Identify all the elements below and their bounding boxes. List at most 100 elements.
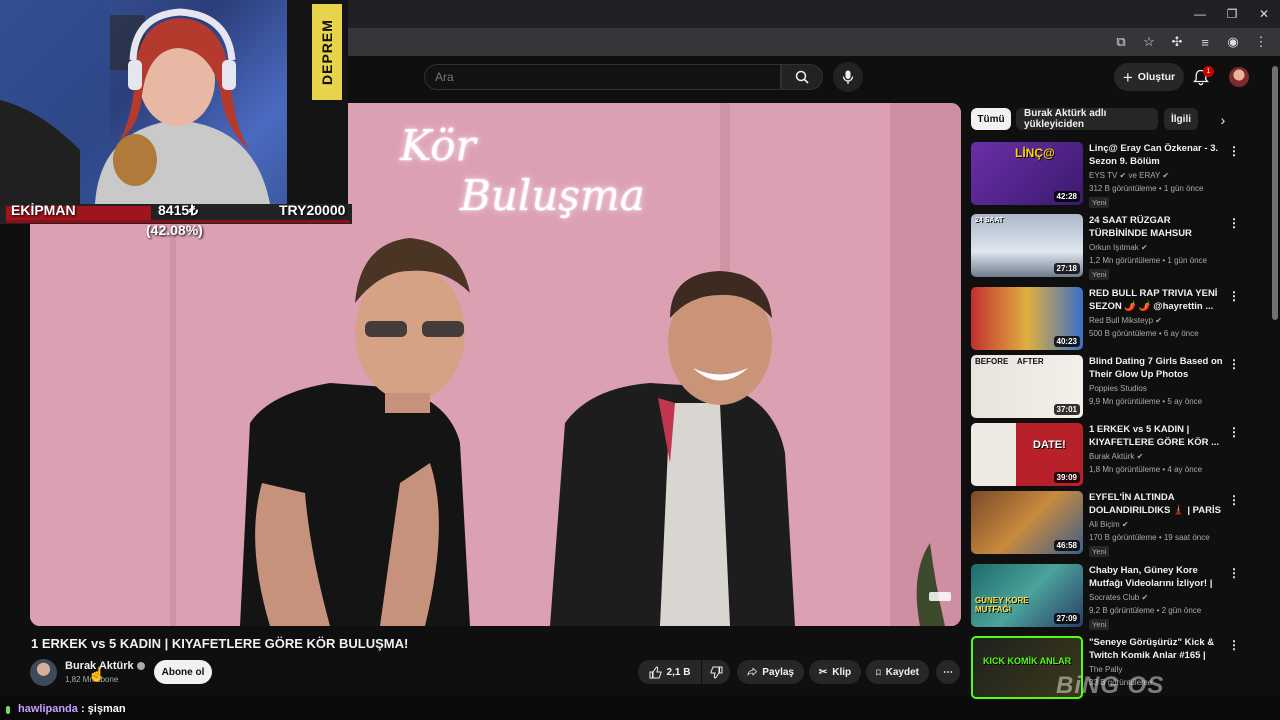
scissors-icon: ✂ — [818, 666, 828, 678]
bookmark-icon — [876, 669, 881, 676]
like-button[interactable]: 2,1 B — [638, 660, 701, 684]
window-controls: — ❐ ✕ — [1184, 0, 1280, 28]
thumbs-up-icon — [649, 665, 662, 678]
recommendation-channel: Red Bull Mikstеyp ✔ — [1089, 316, 1162, 325]
save-button[interactable]: Kaydet — [866, 660, 929, 684]
microphone-icon — [842, 70, 854, 84]
recommendation-channel: Burak Aktürk ✔ — [1089, 452, 1144, 461]
recommendation-item[interactable]: 24 SAAT 27:18 24 SAAT RÜZGAR TÜRBİNİNDE … — [971, 214, 1251, 280]
thumbnail-text: KICK KOMİK ANLAR — [983, 656, 1072, 666]
page-scrollbar[interactable] — [1272, 66, 1278, 320]
mouse-cursor-icon: ☝ — [88, 666, 106, 682]
media-control-icon[interactable]: ≡ — [1194, 32, 1216, 52]
recommendation-title[interactable]: RED BULL RAP TRIVIA YENİ SEZON 🌶️ 🌶️ @ha… — [1089, 287, 1229, 313]
video-duration: 27:18 — [1053, 263, 1080, 274]
share-button[interactable]: Paylaş — [737, 660, 804, 684]
recommendation-title[interactable]: EYFEL'İN ALTINDA DOLANDIRILDIKS 🗼 | PARİ… — [1089, 491, 1229, 517]
create-label: Oluştur — [1137, 71, 1176, 83]
recommendation-title[interactable]: Linç@ Eray Can Özkenar - 3. Sezon 9. Böl… — [1089, 142, 1229, 168]
video-title: 1 ERKEK vs 5 KADIN | KIYAFETLERE GÖRE KÖ… — [31, 636, 409, 651]
chip-all[interactable]: Tümü — [971, 108, 1011, 130]
browser-toolbar-icons: ⧉ ☆ ✣ ≡ ◉ ⋮ — [1110, 32, 1272, 52]
recommendation-meta: 9,2 B görüntüleme • 2 gün önce — [1089, 606, 1202, 615]
recommendation-meta: 9,9 Mn görüntüleme • 5 ay önce — [1089, 397, 1203, 406]
search-input[interactable] — [424, 64, 781, 90]
recommendation-channel: Poppies Studios — [1089, 384, 1147, 393]
stream-watermark-logo: BiNG OS — [1056, 672, 1165, 699]
subscribe-button[interactable]: Abone ol — [154, 660, 212, 684]
recommendation-thumbnail[interactable]: 40:23 — [971, 287, 1083, 350]
video-duration: 27:09 — [1053, 613, 1080, 624]
recommendation-title[interactable]: Chaby Han, Güney Kore Mutfağı Videoların… — [1089, 564, 1229, 590]
close-icon[interactable]: ✕ — [1248, 0, 1280, 28]
recommendation-item[interactable]: GÜNEY KORE MUTFAĞI 27:09 Chaby Han, Güne… — [971, 564, 1251, 630]
kebab-menu-icon[interactable]: ⋮ — [1228, 289, 1240, 303]
search-button[interactable] — [781, 64, 823, 90]
recommendation-meta: 312 B görüntüleme • 1 gün önce — [1089, 184, 1204, 193]
recommendation-item[interactable]: BEFORE AFTER 37:01 Blind Dating 7 Girls … — [971, 355, 1251, 419]
more-icon: ⋯ — [943, 666, 953, 678]
new-badge: Yeni — [1089, 546, 1110, 557]
voice-search-button[interactable] — [833, 62, 863, 92]
chip-from-uploader[interactable]: Burak Aktürk adlı yükleyiciden — [1016, 108, 1158, 130]
kebab-menu-icon[interactable]: ⋮ — [1228, 425, 1240, 439]
recommendation-channel: EYS TV ✔ ve ERAY ✔ — [1089, 171, 1170, 180]
recommendation-title[interactable]: 24 SAAT RÜZGAR TÜRBİNİNDE MAHSUR KALMAK! — [1089, 214, 1229, 240]
recommendation-thumbnail[interactable]: 46:58 — [971, 491, 1083, 554]
recommendation-item[interactable]: LİNÇ@ 42:28 Linç@ Eray Can Özkenar - 3. … — [971, 142, 1251, 208]
minimize-icon[interactable]: — — [1184, 0, 1216, 28]
recommendation-channel: Orkun Işıtmak ✔ — [1089, 243, 1148, 252]
recommendation-thumbnail[interactable]: GÜNEY KORE MUTFAĞI 27:09 — [971, 564, 1083, 627]
video-duration: 40:23 — [1053, 336, 1080, 347]
recommendation-item[interactable]: 40:23 RED BULL RAP TRIVIA YENİ SEZON 🌶️ … — [971, 287, 1251, 351]
dislike-button[interactable] — [702, 660, 730, 684]
new-badge: Yeni — [1089, 197, 1110, 208]
plus-icon: + — [1122, 67, 1133, 87]
video-duration: 46:58 — [1053, 540, 1080, 551]
thumbnail-text: DATE! — [1033, 439, 1066, 451]
video-duration: 37:01 — [1053, 404, 1080, 415]
search-icon — [795, 70, 809, 84]
share-label: Paylaş — [762, 666, 794, 678]
browser-menu-icon[interactable]: ⋮ — [1250, 32, 1272, 52]
kebab-menu-icon[interactable]: ⋮ — [1228, 144, 1240, 158]
kebab-menu-icon[interactable]: ⋮ — [1228, 493, 1240, 507]
recommendation-thumbnail[interactable]: LİNÇ@ 42:28 — [971, 142, 1083, 205]
neon-sign-line2: Buluşma — [460, 171, 645, 221]
kebab-menu-icon[interactable]: ⋮ — [1228, 216, 1240, 230]
donation-goal-value: 8415₺ — [158, 202, 199, 218]
thumbnail-text: LİNÇ@ — [1015, 146, 1055, 160]
profile-icon[interactable]: ◉ — [1222, 32, 1244, 52]
save-label: Kaydet — [885, 666, 919, 678]
kebab-menu-icon[interactable]: ⋮ — [1228, 566, 1240, 580]
video-watermark-icon — [929, 592, 951, 601]
extensions-icon[interactable]: ✣ — [1166, 32, 1188, 52]
recommendation-title[interactable]: "Seneye Görüşürüz" Kick & Twitch Komik A… — [1089, 636, 1229, 662]
chat-username: hawlipanda — [18, 703, 78, 715]
kebab-menu-icon[interactable]: ⋮ — [1228, 638, 1240, 652]
recommendation-title[interactable]: 1 ERKEK vs 5 KADIN | KIYAFETLERE GÖRE KÖ… — [1089, 423, 1229, 449]
account-avatar[interactable] — [1229, 67, 1249, 87]
new-badge: Yeni — [1089, 619, 1110, 630]
recommendation-thumbnail[interactable]: DATE! 39:09 — [971, 423, 1083, 486]
kebab-menu-icon[interactable]: ⋮ — [1228, 357, 1240, 371]
bookmark-star-icon[interactable]: ☆ — [1138, 32, 1160, 52]
chip-related[interactable]: İlgili — [1164, 108, 1198, 130]
more-actions-button[interactable]: ⋯ — [936, 660, 960, 684]
channel-avatar[interactable] — [30, 659, 57, 686]
recommendation-meta: 170 B görüntüleme • 19 saat önce — [1089, 533, 1210, 542]
recommendation-title[interactable]: Blind Dating 7 Girls Based on Their Glow… — [1089, 355, 1229, 381]
recommendation-item[interactable]: DATE! 39:09 1 ERKEK vs 5 KADIN | KIYAFET… — [971, 423, 1251, 487]
donation-goal-label: EKİPMAN — [11, 202, 76, 218]
create-button[interactable]: + Oluştur — [1114, 63, 1184, 91]
video-duration: 39:09 — [1053, 472, 1080, 483]
chevron-right-icon[interactable]: › — [1213, 110, 1233, 130]
restore-icon[interactable]: ❐ — [1216, 0, 1248, 28]
recommendation-item[interactable]: 46:58 EYFEL'İN ALTINDA DOLANDIRILDIKS 🗼 … — [971, 491, 1251, 557]
recommendation-thumbnail[interactable]: 24 SAAT 27:18 — [971, 214, 1083, 277]
recommendation-thumbnail[interactable]: BEFORE AFTER 37:01 — [971, 355, 1083, 418]
chat-badge-icon — [6, 706, 10, 714]
chat-text: : şişman — [77, 703, 126, 715]
clip-button[interactable]: ✂ Klip — [809, 660, 861, 684]
cast-icon[interactable]: ⧉ — [1110, 32, 1132, 52]
